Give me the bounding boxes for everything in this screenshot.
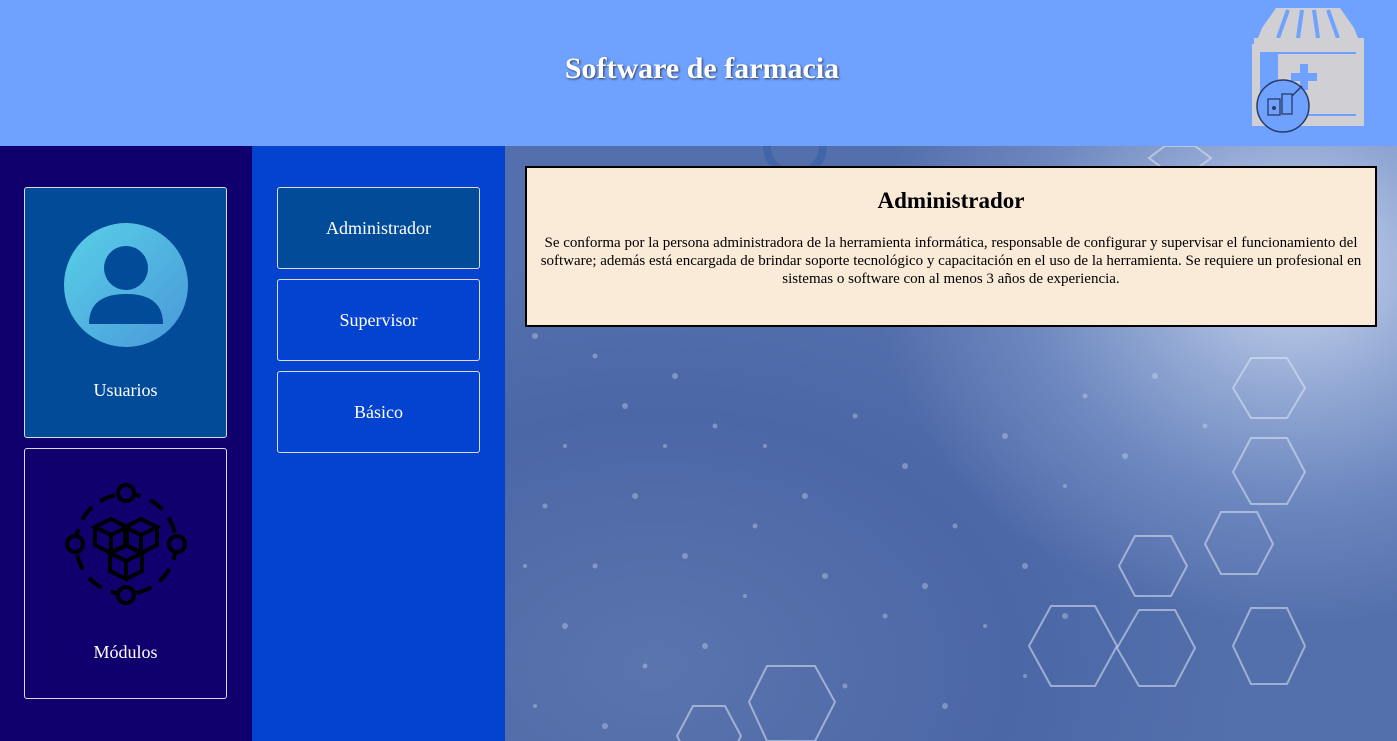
users-card[interactable]: Usuarios bbox=[24, 187, 227, 438]
role-detail-text: Se conforma por la persona administrador… bbox=[540, 235, 1362, 287]
role-button-basico[interactable]: Básico bbox=[277, 371, 480, 453]
pharmacy-store-icon bbox=[1252, 8, 1364, 133]
users-card-label: Usuarios bbox=[93, 380, 158, 400]
role-detail-panel: Administrador Se conforma por la persona… bbox=[525, 166, 1377, 327]
modules-card[interactable]: Módulos bbox=[24, 448, 227, 699]
role-button-supervisor[interactable]: Supervisor bbox=[277, 279, 480, 361]
role-detail-title: Administrador bbox=[877, 188, 1025, 213]
app-title: Software de farmacia bbox=[564, 52, 840, 85]
role-button-administrador[interactable]: Administrador bbox=[277, 187, 480, 269]
user-avatar-icon bbox=[64, 223, 188, 347]
modules-card-label: Módulos bbox=[93, 642, 158, 662]
app-header: Software de farmacia bbox=[0, 0, 1397, 146]
modules-cubes-icon bbox=[65, 483, 187, 605]
